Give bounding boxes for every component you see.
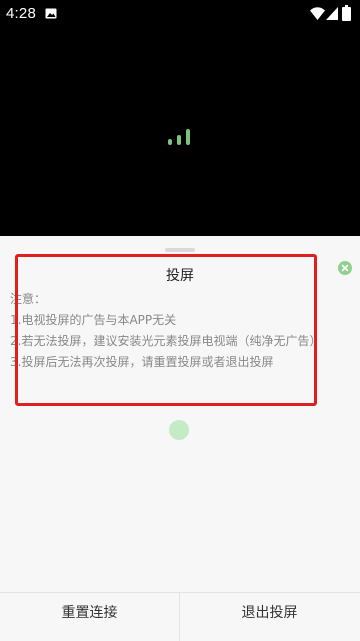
drag-handle[interactable] — [165, 248, 195, 252]
loading-bars-icon — [168, 129, 190, 145]
photo-icon — [45, 8, 57, 19]
dialog-title: 投屏 — [166, 268, 194, 284]
video-area — [0, 28, 360, 236]
screen: 4:28 投屏 注意： 1.电视投屏的广告与本APP无关 2.若无法投屏，建议安… — [0, 0, 360, 641]
status-bar: 4:28 — [0, 0, 360, 28]
note-line: 3.投屏后无法再次投屏，请重置投屏或者退出投屏 — [10, 355, 274, 369]
wifi-icon — [310, 7, 325, 20]
cast-status-dot — [169, 420, 189, 440]
exit-cast-button[interactable]: 退出投屏 — [180, 593, 359, 641]
note-line: 2.若无法投屏，建议安装光元素投屏电视端（纯净无广告） — [10, 334, 322, 348]
signal-icon — [326, 7, 338, 20]
battery-icon — [342, 5, 351, 21]
note-title: 注意： — [10, 292, 47, 306]
note-line: 1.电视投屏的广告与本APP无关 — [10, 313, 177, 327]
cast-bottom-sheet: 投屏 注意： 1.电视投屏的广告与本APP无关 2.若无法投屏，建议安装光元素投… — [0, 236, 360, 641]
reconnect-button[interactable]: 重置连接 — [0, 593, 179, 641]
status-time: 4:28 — [6, 5, 36, 22]
bottom-action-bar: 重置连接 退出投屏 — [0, 592, 360, 641]
